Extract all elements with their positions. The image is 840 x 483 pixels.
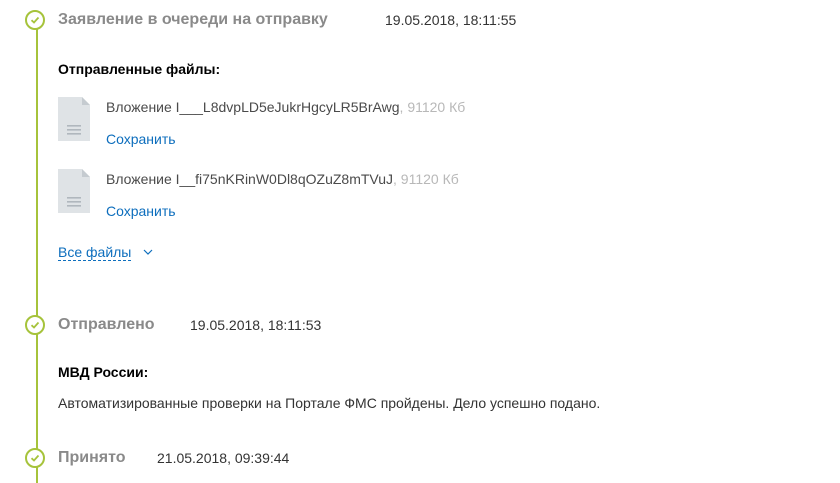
file-size: , 91120 Кб: [399, 99, 466, 115]
check-icon: [25, 448, 45, 468]
timeline-line: [36, 20, 38, 483]
authority-message: Автоматизированные проверки на Портале Ф…: [58, 395, 601, 411]
document-icon: [58, 97, 90, 146]
step-title: Заявление в очереди на отправку: [58, 11, 328, 28]
file-item: Вложение I___L8dvpLD5eJukrHgcyLR5BrAwg, …: [58, 97, 658, 157]
authority-heading: МВД России:: [58, 364, 149, 380]
file-item: Вложение I__fi75nKRinW0Dl8qOZuZ8mTVuJ, 9…: [58, 169, 658, 229]
file-name-text: Вложение I___L8dvpLD5eJukrHgcyLR5BrAwg: [106, 99, 400, 115]
check-icon: [25, 10, 45, 30]
file-name: Вложение I___L8dvpLD5eJukrHgcyLR5BrAwg, …: [106, 99, 465, 115]
file-name-text: Вложение I__fi75nKRinW0Dl8qOZuZ8mTVuJ: [106, 171, 394, 187]
step-date: 19.05.2018, 18:11:53: [190, 317, 322, 333]
save-file-link[interactable]: Сохранить: [106, 203, 176, 219]
sent-files-heading: Отправленные файлы:: [58, 61, 221, 77]
check-icon: [25, 315, 45, 335]
chevron-down-icon: [143, 242, 153, 258]
file-size: , 91120 Кб: [393, 171, 459, 187]
save-file-link[interactable]: Сохранить: [106, 131, 176, 147]
step-title: Отправлено: [58, 316, 155, 333]
step-date: 21.05.2018, 09:39:44: [157, 450, 290, 466]
all-files-toggle[interactable]: Все файлы: [58, 242, 153, 261]
step-title: Принято: [58, 449, 126, 466]
step-date: 19.05.2018, 18:11:55: [385, 12, 517, 28]
all-files-label: Все файлы: [58, 244, 132, 261]
file-name: Вложение I__fi75nKRinW0Dl8qOZuZ8mTVuJ, 9…: [106, 171, 459, 187]
document-icon: [58, 169, 90, 218]
